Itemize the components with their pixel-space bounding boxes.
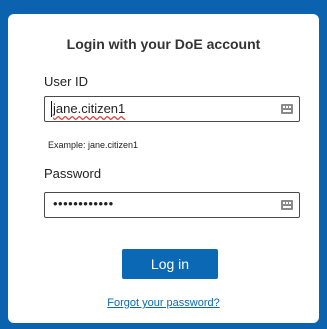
user-id-field[interactable]: jane.citizen1 — [44, 96, 300, 122]
password-manager-key-icon[interactable] — [281, 103, 293, 115]
user-id-label: User ID — [44, 74, 89, 89]
password-field[interactable]: •••••••••••• — [44, 192, 300, 218]
password-value: •••••••••••• — [53, 196, 114, 211]
login-title: Login with your DoE account — [66, 36, 261, 52]
forgot-password-link[interactable]: Forgot your password? — [8, 297, 319, 309]
password-manager-key-icon[interactable] — [281, 199, 293, 211]
login-card: Login with your DoE account User ID jane… — [8, 14, 319, 323]
user-id-example: Example: jane.citizen1 — [48, 140, 139, 150]
user-id-value: jane.citizen1 — [51, 101, 126, 117]
password-label: Password — [44, 166, 102, 181]
login-button[interactable]: Log in — [122, 249, 218, 279]
